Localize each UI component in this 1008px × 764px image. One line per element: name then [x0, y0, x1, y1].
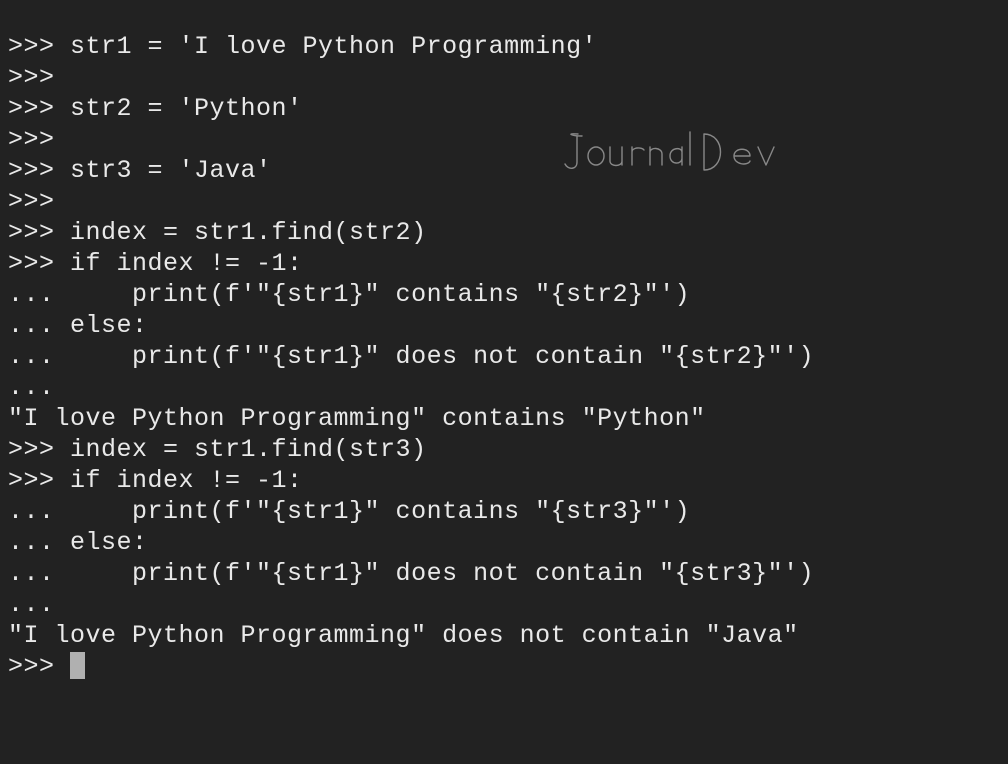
- repl-line: >>> if index != -1:: [8, 466, 303, 495]
- repl-line: >>> index = str1.find(str3): [8, 435, 427, 464]
- repl-line: >>> index = str1.find(str2): [8, 218, 427, 247]
- repl-line: "I love Python Programming" contains "Py…: [8, 404, 706, 433]
- repl-line: >>>: [8, 63, 70, 92]
- repl-line: ...: [8, 373, 70, 402]
- repl-line: >>> str1 = 'I love Python Programming': [8, 32, 597, 61]
- repl-line: ... print(f'"{str1}" contains "{str2}"'): [8, 280, 690, 309]
- repl-line: >>> str2 = 'Python': [8, 94, 303, 123]
- repl-line: >>>: [8, 125, 70, 154]
- cursor: [70, 652, 85, 679]
- repl-line: ... print(f'"{str1}" does not contain "{…: [8, 342, 814, 371]
- repl-line: ...: [8, 590, 70, 619]
- repl-line: ... else:: [8, 311, 148, 340]
- repl-line: >>> str3 = 'Java': [8, 156, 272, 185]
- repl-line: >>>: [8, 187, 70, 216]
- python-repl[interactable]: >>> str1 = 'I love Python Programming' >…: [0, 0, 1008, 682]
- repl-prompt: >>>: [8, 652, 70, 681]
- repl-line: ... print(f'"{str1}" contains "{str3}"'): [8, 497, 690, 526]
- repl-line: >>> if index != -1:: [8, 249, 303, 278]
- repl-line: ... else:: [8, 528, 148, 557]
- repl-line: ... print(f'"{str1}" does not contain "{…: [8, 559, 814, 588]
- repl-line: "I love Python Programming" does not con…: [8, 621, 799, 650]
